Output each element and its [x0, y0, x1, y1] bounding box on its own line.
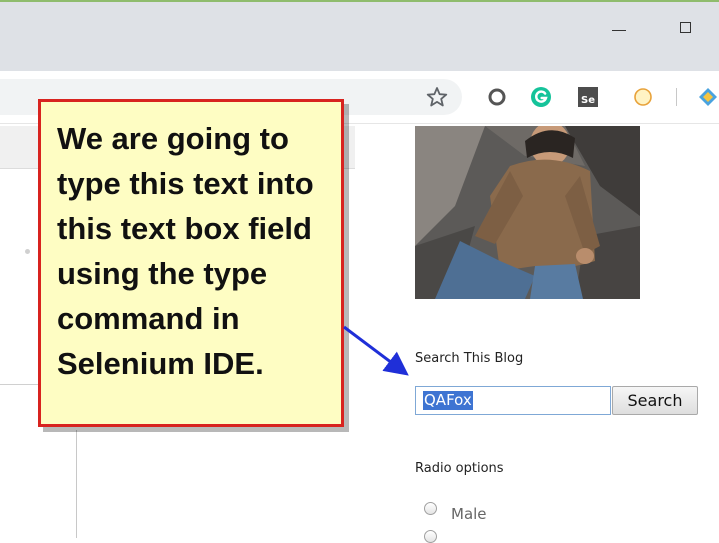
radio-male[interactable]: [424, 502, 437, 515]
radio-options-title: Radio options: [415, 461, 504, 476]
radio-option-2[interactable]: [424, 530, 437, 543]
grammarly-icon[interactable]: [530, 86, 552, 108]
extension-diamond-icon[interactable]: [697, 86, 719, 108]
extension-compass-icon[interactable]: [632, 86, 654, 108]
star-icon[interactable]: [425, 85, 449, 109]
callout-text: We are going to type this text into this…: [57, 121, 314, 381]
annotation-callout: We are going to type this text into this…: [38, 99, 344, 427]
toolbar-separator: [676, 88, 677, 106]
search-widget-title: Search This Blog: [415, 351, 524, 366]
search-input-value: QAFox: [423, 391, 473, 410]
maximize-icon[interactable]: [680, 22, 691, 33]
extension-circle-icon[interactable]: [486, 86, 508, 108]
browser-titlebar: [0, 2, 719, 71]
decorative-dot: [25, 249, 30, 254]
minimize-icon[interactable]: [612, 30, 626, 31]
divider-line: [76, 430, 77, 538]
search-input[interactable]: QAFox: [415, 386, 611, 415]
selenium-ide-icon[interactable]: Se: [577, 86, 599, 108]
profile-photo: [415, 126, 640, 299]
radio-male-label: Male: [451, 505, 487, 523]
svg-text:Se: Se: [581, 95, 595, 106]
search-button[interactable]: Search: [612, 386, 698, 415]
